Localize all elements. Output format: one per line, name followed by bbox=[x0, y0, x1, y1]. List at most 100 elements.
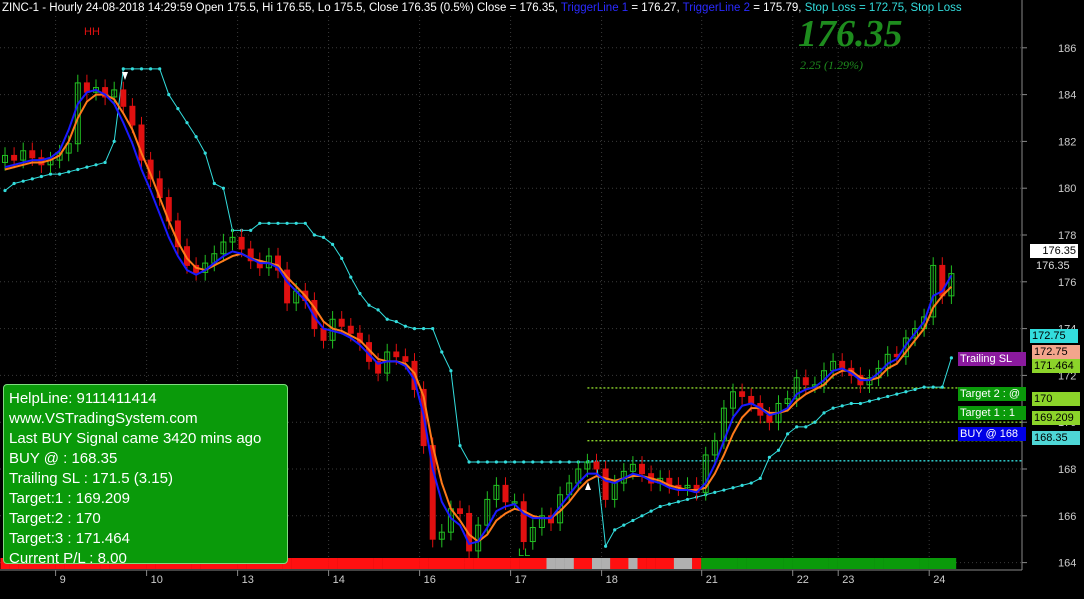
stop-loss-dot bbox=[121, 67, 125, 71]
target-levels bbox=[587, 387, 1022, 462]
target2-value: 170 bbox=[1032, 392, 1080, 406]
website: www.VSTradingSystem.com bbox=[9, 410, 198, 427]
signal-bar-segment bbox=[855, 558, 866, 569]
signal-bar-segment bbox=[300, 558, 311, 569]
stop-loss-dot bbox=[349, 275, 353, 279]
signal-bar-segment bbox=[555, 558, 565, 569]
y-tick-label: 176 bbox=[1058, 277, 1076, 289]
signal-bar-segment bbox=[400, 558, 411, 569]
x-tick-label: 24 bbox=[933, 574, 945, 586]
stop-loss-dot bbox=[39, 174, 44, 179]
stop-loss-dot bbox=[913, 387, 917, 392]
target1-value: 169.209 bbox=[1032, 411, 1080, 425]
candle-body bbox=[802, 377, 809, 386]
stop-loss-dot bbox=[676, 500, 681, 504]
stop-loss-dot bbox=[422, 327, 426, 331]
stop-loss-dot bbox=[167, 93, 171, 97]
signal-bar-segment bbox=[619, 558, 629, 569]
stop-loss-dot bbox=[722, 488, 726, 492]
stop-loss-dot bbox=[895, 392, 899, 396]
signal-bar-segment bbox=[892, 558, 902, 569]
stop-loss-dot bbox=[185, 121, 189, 125]
signal-bar-segment bbox=[937, 558, 948, 569]
signal-bar-segment bbox=[455, 558, 465, 569]
candle-body bbox=[402, 356, 409, 362]
signal-bar-segment bbox=[810, 558, 820, 569]
stop-loss-dot bbox=[94, 163, 98, 167]
signal-bar-segment bbox=[501, 558, 511, 569]
signal-bar-segment bbox=[874, 558, 884, 569]
y-tick-label: 180 bbox=[1058, 183, 1076, 195]
signal-bar-segment bbox=[291, 558, 301, 569]
stop-loss-dot bbox=[312, 233, 316, 237]
stop-loss-dot bbox=[886, 394, 890, 399]
candle-body bbox=[520, 501, 527, 543]
signal-bar-segment bbox=[746, 558, 756, 569]
stop-loss-dot bbox=[76, 167, 80, 172]
stop-loss-dot bbox=[667, 502, 671, 506]
signal-bar-segment bbox=[828, 558, 838, 569]
x-tick-label: 21 bbox=[706, 574, 718, 586]
stop-loss-dot bbox=[385, 317, 389, 321]
candle-body bbox=[502, 484, 509, 503]
stop-loss-dot bbox=[658, 504, 662, 509]
signal-bar-segment bbox=[701, 558, 711, 569]
signal-bar-segment bbox=[592, 558, 602, 569]
stop-loss-dot bbox=[567, 460, 571, 464]
buy-value: 168.35 bbox=[1032, 431, 1080, 445]
price-tag-box: 176.35 bbox=[1030, 244, 1078, 258]
stop-loss-dot bbox=[194, 135, 198, 139]
stop-loss-dot bbox=[776, 448, 781, 452]
stop-loss-dot bbox=[340, 256, 344, 260]
candle-body bbox=[839, 360, 846, 369]
signal-bar-segment bbox=[673, 558, 684, 569]
stop-loss-dot bbox=[258, 221, 262, 225]
stop-loss-dot bbox=[331, 242, 335, 246]
candle-body bbox=[129, 105, 136, 126]
signal-bar-segment bbox=[901, 558, 911, 569]
candle-body bbox=[393, 351, 400, 358]
signal-bar-segment bbox=[419, 558, 429, 569]
stop-loss-dot bbox=[176, 107, 180, 111]
signal-bar-segment bbox=[910, 558, 920, 569]
stop-loss-dot bbox=[103, 160, 107, 165]
candle-body bbox=[639, 463, 645, 475]
signal-bar-segment bbox=[564, 558, 574, 569]
symbol-info: ZINC-1 - Hourly 24-08-2018 14:29:59 Open… bbox=[2, 2, 561, 14]
stop-loss-dot bbox=[877, 397, 881, 401]
stop-loss-dot bbox=[904, 390, 908, 394]
signal-bar-segment bbox=[582, 558, 593, 569]
signal-bar-segment bbox=[382, 558, 392, 569]
signal-bar-segment bbox=[491, 558, 502, 569]
stop-loss-dot bbox=[276, 221, 280, 225]
stop-loss-tag-2: 172.75 bbox=[1032, 345, 1080, 359]
signal-bar-segment bbox=[801, 558, 811, 569]
ll-marker: LL bbox=[518, 547, 531, 559]
stop-loss-dot bbox=[931, 385, 935, 389]
candle-body bbox=[457, 508, 463, 514]
stop-loss-dot bbox=[367, 303, 371, 307]
candle-body bbox=[602, 468, 609, 500]
signal-info-panel: HelpLine: 9111411414 www.VSTradingSystem… bbox=[3, 384, 288, 567]
signal-bar-segment bbox=[473, 558, 483, 569]
signal-bar-segment bbox=[373, 558, 383, 569]
stop-loss-dot bbox=[303, 221, 307, 225]
price-change: 2.25 (1.29%) bbox=[800, 58, 863, 72]
x-tick-label: 17 bbox=[515, 574, 527, 586]
stop-loss-dot bbox=[67, 170, 71, 174]
stop-loss-dot bbox=[30, 177, 34, 181]
candle-body bbox=[766, 414, 773, 423]
candle-body bbox=[347, 325, 354, 334]
stop-loss-dot bbox=[21, 179, 25, 183]
triggerline1-label: TriggerLine 1 bbox=[560, 2, 629, 14]
stop-loss-dot bbox=[212, 181, 216, 186]
stop-loss-dot bbox=[613, 528, 617, 532]
candle-body bbox=[338, 318, 345, 327]
stop-loss-dot bbox=[922, 385, 926, 389]
target-2: Target:2 : 170 bbox=[9, 510, 101, 527]
stop-loss-dot bbox=[458, 444, 462, 448]
signal-bar-segment bbox=[528, 558, 538, 569]
stop-loss-dot bbox=[513, 460, 517, 464]
trailing-sl: Trailing SL : 171.5 (3.15) bbox=[9, 470, 173, 487]
buy-price: BUY @ : 168.35 bbox=[9, 450, 118, 467]
